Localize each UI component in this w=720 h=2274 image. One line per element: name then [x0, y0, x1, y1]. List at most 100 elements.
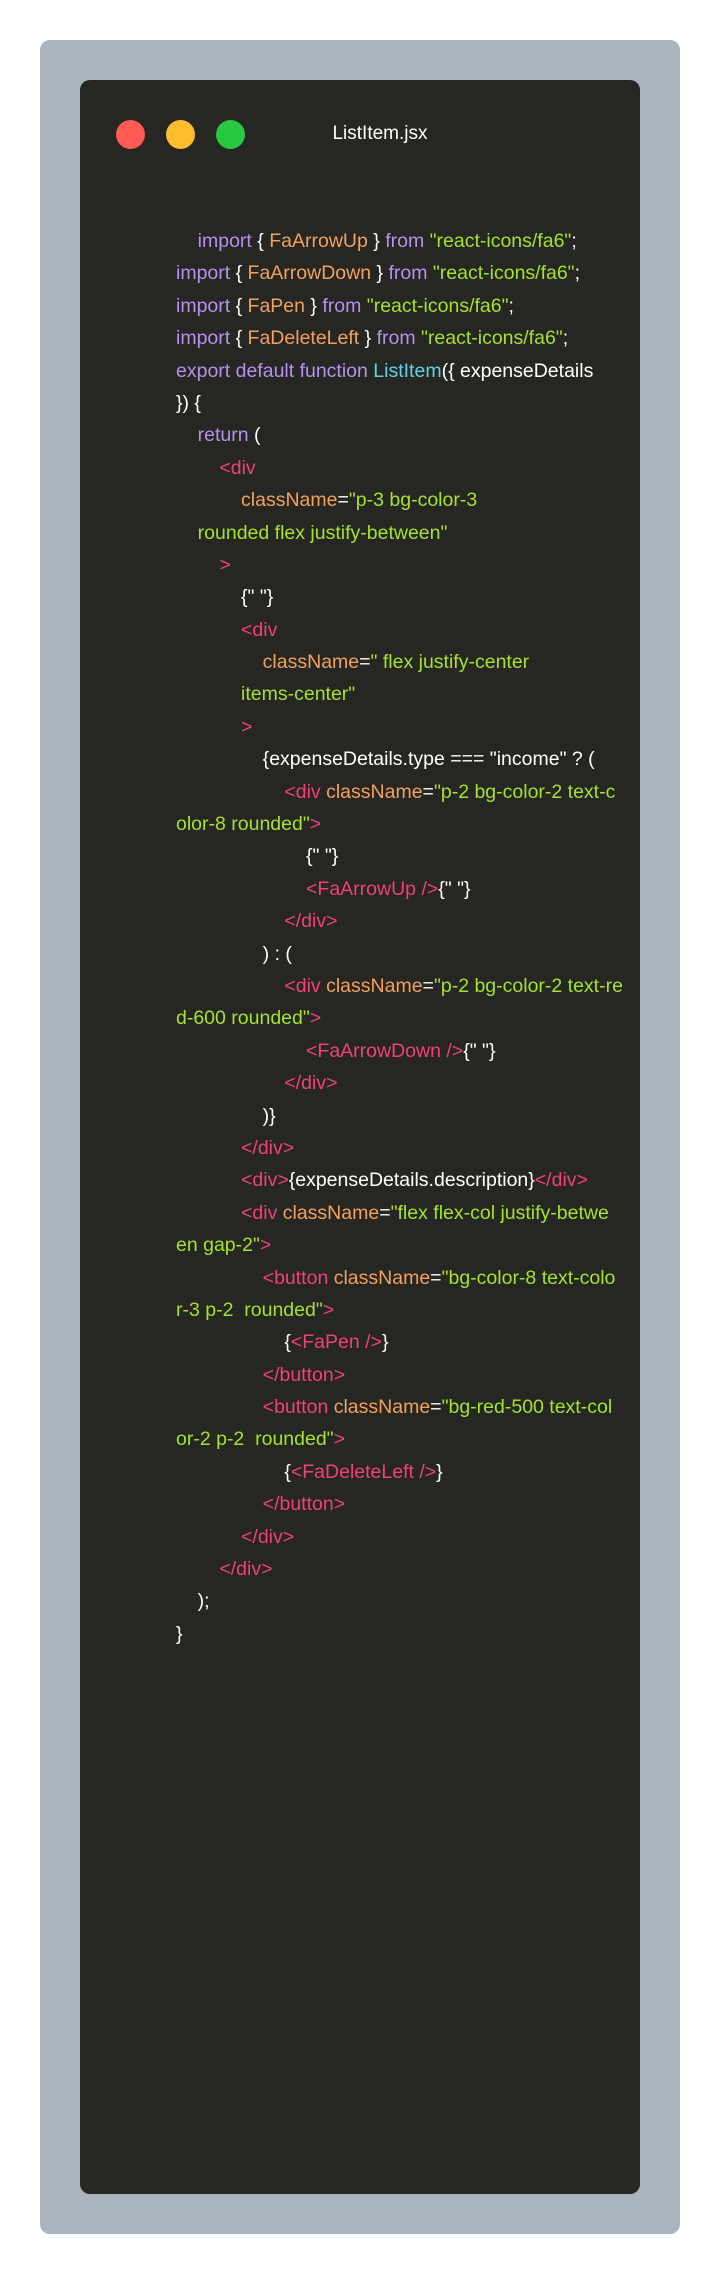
code-line: )}	[176, 1100, 640, 1132]
code-line: </button>	[176, 1488, 640, 1520]
code-line: or-2 p-2 rounded">	[176, 1423, 640, 1455]
code-line: ) : (	[176, 938, 640, 970]
code-token: className	[320, 974, 423, 997]
code-token: =	[430, 1396, 442, 1419]
code-token: </div>	[176, 1072, 338, 1095]
code-token: className	[176, 651, 360, 674]
code-token: }	[359, 327, 377, 350]
code-token: />	[413, 1460, 437, 1483]
code-token: FaArrowUp	[269, 230, 368, 252]
code-token: import	[176, 230, 252, 252]
code-token: <div	[176, 456, 256, 479]
code-token: export default function	[176, 359, 374, 382]
code-token: rounded flex justify-between"	[176, 521, 448, 544]
code-line: {<FaDeleteLeft />}	[176, 1456, 640, 1488]
code-token: {	[230, 262, 248, 285]
code-token: FaArrowDown	[247, 262, 372, 285]
code-token: }	[381, 1331, 389, 1354]
code-token: from	[322, 294, 362, 317]
code-token: </button>	[176, 1363, 346, 1386]
code-line: <div	[176, 614, 640, 646]
code-token: {	[251, 230, 270, 252]
code-token: <FaPen	[290, 1331, 360, 1354]
code-token: <button	[176, 1396, 329, 1419]
code-line: d-600 rounded">	[176, 1002, 640, 1034]
code-token: ) : (	[176, 942, 292, 965]
code-line: className=" flex justify-center	[176, 646, 640, 678]
code-line: import { FaArrowUp } from "react-icons/f…	[176, 225, 640, 257]
code-line: r-3 p-2 rounded">	[176, 1294, 640, 1326]
code-line: olor-8 rounded">	[176, 808, 640, 840]
code-token: }	[176, 1622, 183, 1645]
code-token: className	[277, 1201, 380, 1224]
code-token: <div	[176, 1201, 278, 1224]
code-token: =	[430, 1266, 442, 1289]
code-line: items-center"	[176, 678, 640, 710]
code-line: </div>	[176, 1132, 640, 1164]
code-token: =	[337, 489, 349, 512]
code-token: {" "}	[176, 586, 274, 609]
code-token: "react-icons/fa6"	[361, 294, 509, 317]
code-token: >	[309, 813, 322, 836]
screenshot-frame: ListItem.jsx import { FaArrowUp } from "…	[40, 40, 680, 2234]
code-token: " flex justify-center	[370, 651, 530, 674]
code-line: <button className="bg-red-500 text-col	[176, 1391, 640, 1423]
code-token: )}	[176, 1104, 276, 1127]
code-token: (	[248, 424, 261, 447]
code-token: className	[320, 780, 423, 803]
code-token: </div>	[534, 1169, 588, 1192]
code-token: ;	[574, 262, 581, 285]
code-token: <FaArrowUp	[176, 877, 417, 900]
code-token: "bg-color-8 text-colo	[441, 1266, 616, 1289]
code-line: <div className="flex flex-col justify-be…	[176, 1197, 640, 1229]
code-token: =	[422, 780, 434, 803]
code-line: </div>	[176, 1067, 640, 1099]
code-token: ({ expenseDetails	[441, 359, 594, 382]
code-line: {" "}	[176, 840, 640, 872]
code-token: from	[376, 327, 416, 350]
code-token: <button	[176, 1266, 329, 1289]
code-line: </div>	[176, 1521, 640, 1553]
window-title: ListItem.jsx	[332, 123, 428, 144]
code-line: );	[176, 1585, 640, 1617]
code-token: >	[309, 1007, 322, 1030]
code-token: "p-3 bg-color-3	[348, 489, 478, 512]
code-token: {	[230, 327, 248, 350]
code-line: <FaArrowDown />{" "}	[176, 1035, 640, 1067]
code-token: />	[416, 877, 439, 900]
code-token: );	[176, 1590, 210, 1613]
code-line: <div	[176, 452, 640, 484]
code-block: import { FaArrowUp } from "react-icons/f…	[176, 225, 640, 1650]
code-token: FaDeleteLeft	[247, 327, 360, 350]
code-token: }	[305, 294, 323, 317]
code-token: />	[440, 1039, 464, 1062]
code-token: ;	[562, 327, 569, 350]
code-token: >	[322, 1298, 335, 1321]
code-token: </div>	[176, 1136, 295, 1159]
code-token: className	[328, 1266, 431, 1289]
code-token: >	[176, 553, 231, 576]
code-token: {" "}	[463, 1039, 496, 1062]
code-line: export default function ListItem({ expen…	[176, 355, 640, 387]
code-token: {" "}	[438, 877, 471, 900]
code-line: {<FaPen />}	[176, 1326, 640, 1358]
code-line: <div className="p-2 bg-color-2 text-c	[176, 776, 640, 808]
code-token: "p-2 bg-color-2 text-c	[433, 780, 616, 803]
code-token: import	[176, 327, 231, 350]
code-line: }) {	[176, 387, 640, 419]
code-line: import { FaDeleteLeft } from "react-icon…	[176, 322, 640, 354]
code-token: =	[359, 651, 371, 674]
code-token: }	[436, 1460, 443, 1483]
code-token: >	[333, 1428, 345, 1451]
code-token: {" "}	[176, 845, 339, 868]
code-token: from	[385, 230, 425, 252]
code-token: r-3 p-2 rounded"	[176, 1298, 323, 1321]
code-token: ;	[571, 230, 577, 252]
code-token: ListItem	[373, 359, 442, 382]
code-token: en gap-2"	[176, 1234, 260, 1257]
code-line: <button className="bg-color-8 text-colo	[176, 1262, 640, 1294]
code-token: FaPen	[247, 294, 305, 317]
code-token: <FaArrowDown	[176, 1039, 441, 1062]
code-token: "bg-red-500 text-col	[441, 1396, 613, 1419]
code-line: }	[176, 1618, 640, 1650]
